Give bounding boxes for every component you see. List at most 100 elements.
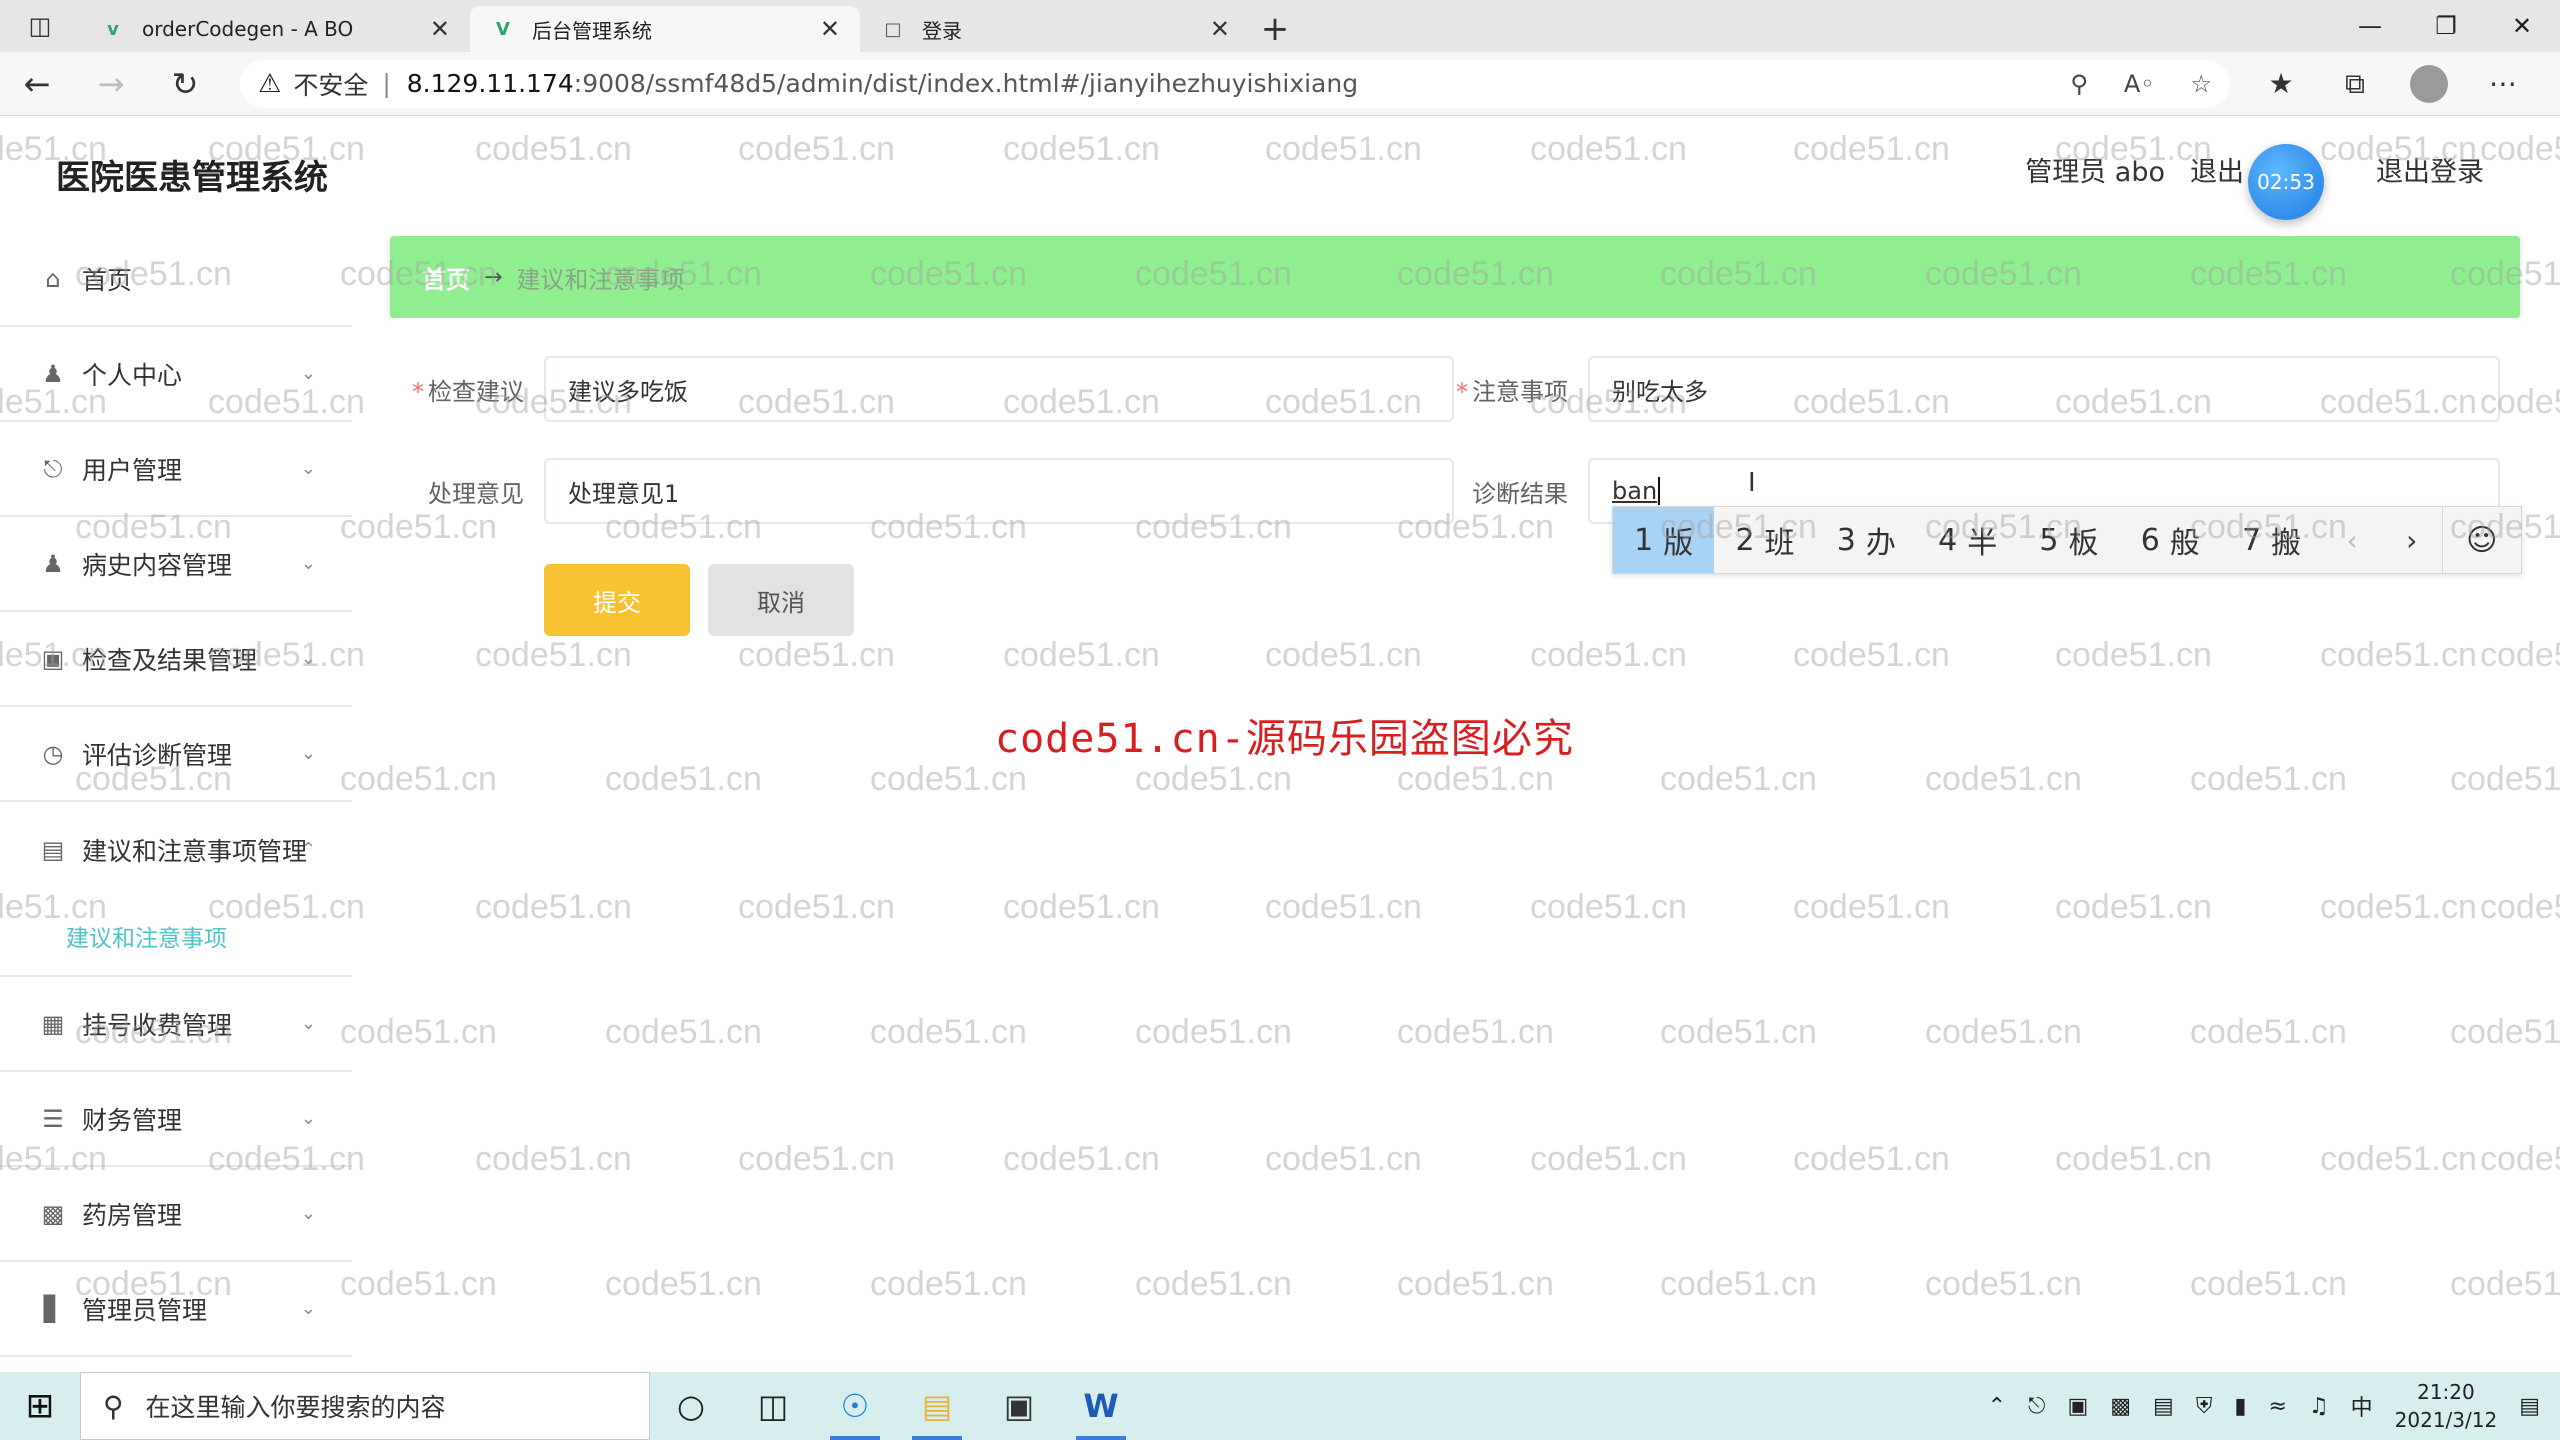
sidebar-item-finance[interactable]: ☰ 财务管理 ⌄: [0, 1072, 352, 1167]
jiancha-input[interactable]: 建议多吃饭: [544, 356, 1454, 422]
browser-tab-login[interactable]: □ 登录 ✕: [860, 6, 1250, 52]
more-icon[interactable]: ⋯: [2466, 65, 2540, 103]
sidebar-item-advice[interactable]: ▤ 建议和注意事项管理 ⌃: [0, 802, 352, 897]
cortana-icon[interactable]: ○: [650, 1372, 732, 1440]
watermark-text: code51.cn: [1530, 1140, 1687, 1178]
task-view-icon[interactable]: ◫: [732, 1372, 814, 1440]
sidebar-item-user-management[interactable]: ⎋ 用户管理 ⌄: [0, 422, 352, 517]
new-tab-button[interactable]: +: [1250, 6, 1300, 52]
security-shield-icon[interactable]: ⛨: [2196, 1394, 2213, 1419]
taskbar-search-box[interactable]: ⚲ 在这里输入你要搜索的内容: [80, 1372, 650, 1440]
restore-icon[interactable]: ❐: [2408, 0, 2484, 52]
watermark-text: code51.cn: [2450, 760, 2560, 798]
favorites-icon[interactable]: ★: [2244, 65, 2318, 103]
volume-icon[interactable]: ♫: [2309, 1394, 2329, 1419]
add-favorite-icon[interactable]: ☆: [2190, 70, 2212, 98]
nvidia-icon[interactable]: ▤: [2153, 1394, 2174, 1419]
person-icon: ♟: [42, 549, 64, 578]
ime-indicator[interactable]: 中: [2351, 1390, 2373, 1422]
key-icon[interactable]: ⚲: [2070, 70, 2088, 98]
sidebar-subitem-advice[interactable]: 建议和注意事项: [0, 897, 352, 977]
close-tab-icon[interactable]: ✕: [820, 15, 840, 43]
sidebar-item-registration[interactable]: ▦ 挂号收费管理 ⌄: [0, 977, 352, 1072]
ime-candidate[interactable]: 3办: [1816, 507, 1917, 573]
watermark-text: code51.cn: [1397, 1013, 1554, 1051]
sidebar-item-admin[interactable]: ▋ 管理员管理 ⌄: [0, 1262, 352, 1357]
url-host: 8.129.11.174: [406, 69, 574, 98]
watermark-text: code51.cn: [2450, 1265, 2560, 1303]
watermark-text: code51.cn: [605, 760, 762, 798]
tray-app-icon[interactable]: ▣: [2067, 1394, 2088, 1419]
address-bar-actions: ⚲ A◦ ☆: [2070, 70, 2212, 98]
word-icon[interactable]: W: [1060, 1372, 1142, 1440]
watermark-text: code51.cn: [1660, 1265, 1817, 1303]
tray-expand-icon[interactable]: ⌃: [1988, 1394, 2006, 1419]
sidebar-item-home[interactable]: ⌂ 首页: [0, 232, 352, 327]
mic-icon[interactable]: ⎋: [2028, 1394, 2045, 1419]
tab-title: 登录: [922, 18, 962, 43]
sidebar-item-diagnosis[interactable]: ◷ 评估诊断管理 ⌄: [0, 707, 352, 802]
back-icon[interactable]: ←: [0, 52, 74, 116]
candidate-char: 版: [1663, 526, 1694, 561]
sidebar-item-pharmacy[interactable]: ▩ 药房管理 ⌄: [0, 1167, 352, 1262]
ime-emoji-icon[interactable]: ☺: [2441, 507, 2521, 573]
close-tab-icon[interactable]: ✕: [1210, 15, 1230, 43]
collections-icon[interactable]: ⧉: [2318, 65, 2392, 103]
ime-candidate[interactable]: 4半: [1917, 507, 2018, 573]
cancel-button[interactable]: 取消: [708, 564, 854, 636]
copyright-notice: code51.cn-源码乐园盗图必究: [995, 716, 1574, 762]
ime-candidate[interactable]: 7搬: [2221, 507, 2322, 573]
clock[interactable]: 21:20 2021/3/12: [2395, 1378, 2498, 1434]
windows-start-icon[interactable]: ⊞: [0, 1372, 80, 1440]
logout-link[interactable]: 退出登录: [2376, 150, 2484, 189]
form-item-jiancha: * 检查建议 建议多吃饭: [410, 356, 1454, 422]
zhuyi-input[interactable]: 别吃太多: [1588, 356, 2500, 422]
watermark-text: code51.cn: [2320, 888, 2477, 926]
notification-icon[interactable]: ▤: [2519, 1394, 2540, 1419]
read-aloud-icon[interactable]: A◦: [2124, 70, 2155, 98]
ime-candidate[interactable]: 1版: [1613, 507, 1715, 573]
zhuyi-label: * 注意事项: [1454, 372, 1568, 407]
watermark-text: code51.cn: [1135, 760, 1292, 798]
file-explorer-icon[interactable]: ▤: [896, 1372, 978, 1440]
forward-icon[interactable]: →: [74, 52, 148, 116]
bar-chart-icon: ▋: [43, 1294, 63, 1323]
chuli-input[interactable]: 处理意见1: [544, 458, 1454, 524]
ime-prev-page-icon[interactable]: ‹: [2322, 524, 2382, 557]
chevron-down-icon: ⌄: [300, 648, 316, 669]
sidebar-item-history[interactable]: ♟ 病史内容管理 ⌄: [0, 517, 352, 612]
window-menu-icon[interactable]: ◫: [0, 0, 80, 52]
wifi-icon[interactable]: ≈: [2268, 1394, 2286, 1419]
chevron-up-icon: ⌃: [300, 839, 316, 860]
sidebar-item-exam[interactable]: ▣ 检查及结果管理 ⌄: [0, 612, 352, 707]
monitor-icon[interactable]: ▩: [2110, 1394, 2131, 1419]
watermark-text: code51.cn: [1135, 1013, 1292, 1051]
submit-button[interactable]: 提交: [544, 564, 690, 636]
sidebar-item-personal-center[interactable]: ♟ 个人中心 ⌄: [0, 327, 352, 422]
watermark-text: code51.cn: [870, 1265, 1027, 1303]
ime-next-page-icon[interactable]: ›: [2382, 524, 2442, 557]
ime-candidate[interactable]: 2班: [1714, 507, 1815, 573]
minimize-icon[interactable]: —: [2332, 0, 2408, 52]
browser-tab-ordercodegen[interactable]: v orderCodegen - A BO ✕: [80, 6, 470, 52]
store-icon[interactable]: ▣: [978, 1372, 1060, 1440]
address-bar[interactable]: ⚠ 不安全 | 8.129.11.174 :9008/ssmf48d5/admi…: [240, 59, 2230, 108]
candidate-char: 半: [1967, 526, 1998, 561]
breadcrumb-current: 建议和注意事项: [516, 265, 685, 294]
breadcrumb-home[interactable]: 首页: [422, 260, 470, 295]
clock-time: 21:20: [2417, 1380, 2475, 1404]
ime-candidate[interactable]: 6般: [2120, 507, 2221, 573]
chevron-down-icon: ⌄: [300, 1013, 316, 1034]
close-tab-icon[interactable]: ✕: [430, 15, 450, 43]
reload-icon[interactable]: ↻: [148, 52, 222, 116]
close-window-icon[interactable]: ✕: [2484, 0, 2560, 52]
profile-icon[interactable]: [2392, 64, 2466, 103]
ime-candidate[interactable]: 5板: [2018, 507, 2119, 573]
chevron-down-icon: ⌄: [300, 553, 316, 574]
edge-browser-icon[interactable]: ☉: [814, 1372, 896, 1440]
breadcrumb-arrow-icon: →: [484, 264, 503, 290]
battery-icon[interactable]: ▮: [2234, 1394, 2246, 1419]
watermark-text: code51.cn: [738, 130, 895, 168]
warning-icon[interactable]: ⚠: [258, 69, 281, 99]
browser-tab-admin[interactable]: V 后台管理系统 ✕: [470, 6, 860, 52]
